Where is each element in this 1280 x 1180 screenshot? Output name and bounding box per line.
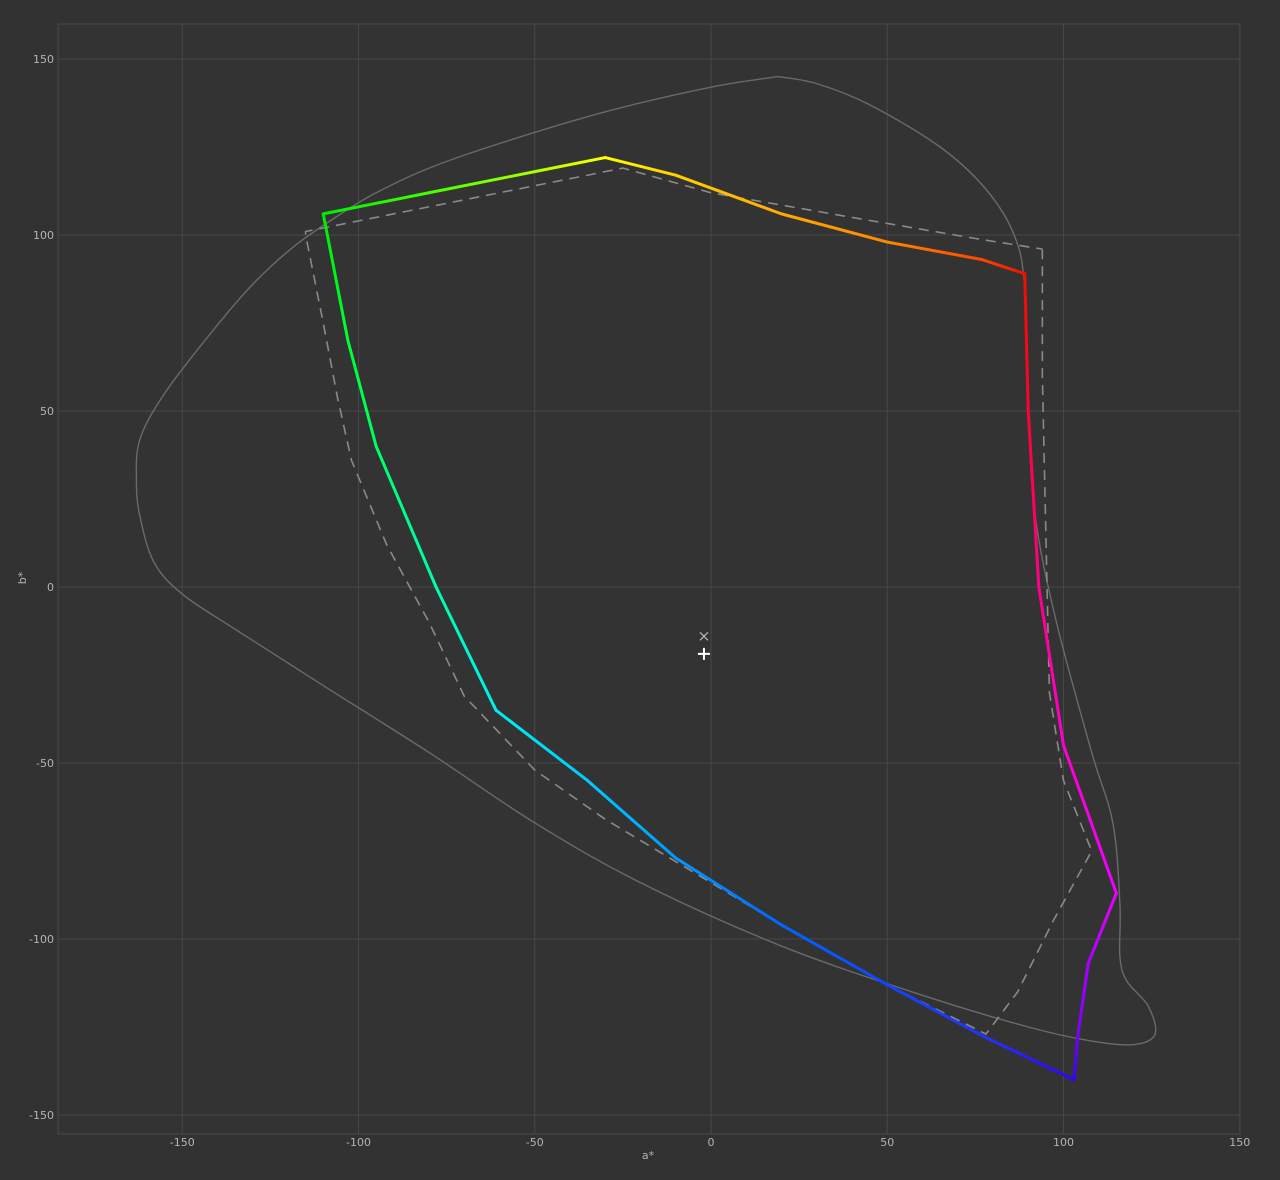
x-axis-label: a* [642, 1149, 655, 1162]
x-tick-label: 150 [1229, 1136, 1250, 1149]
plot-area [57, 23, 1241, 1135]
y-tick-label: -50 [36, 757, 54, 770]
y-tick-label: 50 [40, 405, 54, 418]
x-tick-label: 50 [880, 1136, 894, 1149]
x-tick-label: -150 [170, 1136, 195, 1149]
x-tick-label: 100 [1053, 1136, 1074, 1149]
y-tick-label: -150 [29, 1109, 54, 1122]
y-tick-label: 0 [47, 581, 54, 594]
y-tick-label: 100 [33, 229, 54, 242]
x-tick-label: 0 [708, 1136, 715, 1149]
x-tick-label: -50 [526, 1136, 544, 1149]
y-tick-label: 150 [33, 53, 54, 66]
x-tick-label: -100 [346, 1136, 371, 1149]
y-axis-label: b* [16, 571, 29, 584]
ab-gamut-chart: -150 -100 -50 0 50 100 150 -150 -100 -50 0 50 100 150… [16, 23, 1250, 1162]
y-tick-label: -100 [29, 933, 54, 946]
